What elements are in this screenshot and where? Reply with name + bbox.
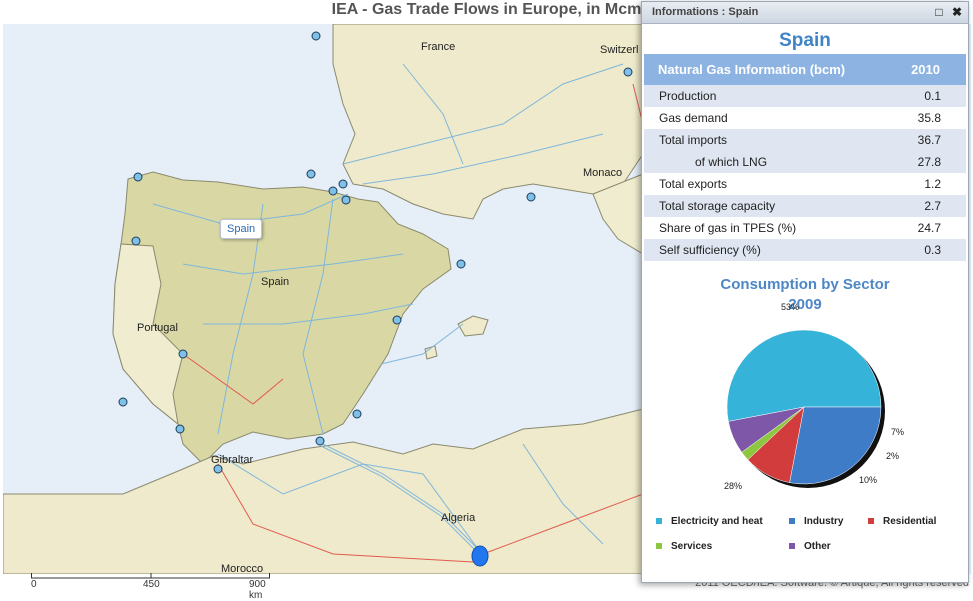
legend-label: Industry: [804, 516, 844, 527]
legend-swatch: [789, 543, 795, 550]
legend-item-electricity: Electricity and heat: [656, 516, 763, 527]
gas-info-table: Natural Gas Information (bcm) 2010 Produ…: [644, 54, 966, 261]
row-value: 27.8: [884, 151, 966, 173]
row-label: Total storage capacity: [644, 195, 885, 217]
label-spain: Spain: [261, 276, 290, 288]
panel-header: Informations : Spain: [652, 6, 759, 18]
legend-label: Electricity and heat: [671, 516, 763, 527]
table-row: Share of gas in TPES (%) 24.7: [644, 217, 966, 239]
row-label: Gas demand: [659, 111, 728, 125]
row-label: Total exports: [659, 177, 728, 191]
legend-item-industry: Industry: [789, 516, 843, 527]
land-france: [332, 24, 644, 220]
pie-chart: 53% 28% 10% 2% 7%: [724, 302, 904, 491]
pie-slice-industry: [789, 406, 882, 485]
maximize-icon[interactable]: □: [935, 5, 942, 19]
scale-tick-0: 0: [31, 579, 37, 590]
legend-label: Services: [671, 541, 713, 552]
legend-item-services: Services: [656, 541, 712, 552]
pie-label-electricity-and-heat: 53%: [781, 302, 799, 312]
legend-label: Other: [804, 541, 831, 552]
label-france: France: [421, 41, 456, 53]
label-monaco: Monaco: [583, 167, 623, 179]
table-row: Self sufficiency (%) 0.3: [644, 239, 966, 261]
island-mallorca: [457, 315, 489, 337]
row-label: Production: [644, 85, 885, 107]
row-label: Share of gas in TPES (%): [659, 221, 797, 235]
label-portugal: Portugal: [137, 322, 178, 334]
row-label: Total imports: [644, 129, 885, 151]
row-value: 0.3: [884, 239, 966, 261]
legend-item-residential: Residential: [868, 516, 936, 527]
row-value: 1.2: [924, 177, 941, 191]
pie-label-services: 2%: [886, 451, 899, 461]
row-value: 2.7: [884, 195, 966, 217]
row-value: 35.8: [917, 111, 941, 125]
legend-swatch: [868, 518, 874, 525]
legend-swatch: [656, 518, 662, 525]
legend-label: Residential: [883, 516, 937, 527]
table-row: Total imports 36.7: [644, 129, 966, 151]
algeria-hub: [471, 545, 489, 567]
scale-tick-450: 450: [143, 579, 160, 590]
label-switzerland: Switzerl: [600, 44, 639, 56]
row-value: 0.1: [884, 85, 966, 107]
table-row: Gas demand 35.8: [644, 107, 966, 129]
panel-titlebar[interactable]: Informations : Spain □ ✖: [642, 2, 968, 24]
pie-label-industry: 28%: [724, 481, 742, 491]
row-value: 24.7: [917, 221, 941, 235]
map-tooltip: Spain: [220, 219, 263, 239]
table-row: Total exports 1.2: [644, 173, 966, 195]
legend-swatch: [656, 543, 662, 550]
close-icon[interactable]: ✖: [952, 5, 962, 19]
table-row: of which LNG 27.8: [644, 151, 966, 173]
row-label: Self sufficiency (%): [644, 239, 885, 261]
legend-item-other: Other: [789, 541, 831, 552]
row-label: of which LNG: [644, 151, 885, 173]
table-header-year: 2010: [884, 54, 966, 85]
pie-label-residential: 10%: [859, 475, 877, 485]
pie-label-other: 7%: [891, 427, 904, 437]
table-header-label: Natural Gas Information (bcm): [644, 54, 885, 85]
info-panel[interactable]: Informations : Spain □ ✖ Spain Natural G…: [641, 1, 969, 583]
scale-bar: 0 450 900 km: [31, 573, 271, 601]
row-value: 36.7: [884, 129, 966, 151]
table-row: Production 0.1: [644, 85, 966, 107]
country-title: Spain: [779, 30, 831, 51]
table-row: Total storage capacity 2.7: [644, 195, 966, 217]
label-gibraltar: Gibraltar: [211, 454, 254, 466]
scale-tick-900: 900 km: [249, 579, 266, 601]
legend-swatch: [789, 518, 795, 525]
label-algeria: Algeria: [441, 512, 476, 524]
